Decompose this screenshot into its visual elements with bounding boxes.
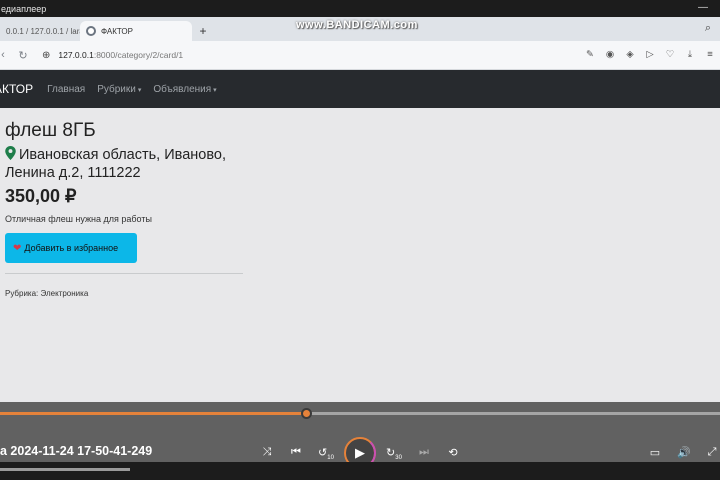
previous-icon[interactable]: ⏮ (288, 446, 304, 459)
card-title: флеш 8ГБ (5, 120, 96, 141)
tab-phpmyadmin[interactable]: 0.0.1 / 127.0.0.1 / lara (0, 21, 80, 41)
site-brand[interactable]: АКТОР (0, 82, 33, 96)
site-navbar: АКТОР Главная Рубрики▾ Объявления▾ (0, 70, 720, 108)
next-icon[interactable]: ⏭ (416, 446, 432, 459)
rewind-10-button[interactable]: ↺10 (318, 446, 334, 461)
map-pin-icon (5, 146, 16, 160)
media-filename: а 2024-11-24 17-50-41-249 (0, 444, 153, 458)
menu-icon[interactable]: ≡ (700, 49, 720, 60)
tab-label: ФАКТОР (101, 26, 133, 36)
address-bar-actions: ✎ ◉ ◈ ▷ ♡ ⤓ ≡ (580, 49, 720, 60)
card-rubric: Рубрика: Электроника (5, 289, 89, 298)
address-text: Ивановская область, Иваново, Ленина д.2,… (5, 147, 226, 181)
footer-bar (0, 468, 130, 471)
nav-dropdown-ads[interactable]: Объявления ▾ (153, 84, 216, 95)
nav-link-label: Рубрики (97, 83, 136, 95)
card-price: 350,00 ₽ (5, 186, 77, 206)
heart-icon[interactable]: ♡ (660, 49, 680, 60)
screen: едиаплеер — 0.0.1 / 127.0.0.1 / lara ФАК… (0, 0, 720, 480)
seek-bar[interactable] (0, 408, 720, 419)
repeat-icon[interactable]: ⟲ (445, 446, 461, 459)
tab-label: 0.0.1 / 127.0.0.1 / lara (6, 26, 80, 36)
url-field[interactable]: ⊕ 127.0.0.1:8000/category/2/card/1 (42, 50, 183, 61)
chevron-down-icon: ▾ (213, 86, 217, 94)
media-player-titlebar: едиаплеер — (0, 0, 720, 17)
chevron-down-icon: ▾ (137, 86, 142, 94)
download-icon[interactable]: ⤓ (680, 49, 700, 60)
search-icon[interactable]: ⌕ (705, 22, 711, 35)
volume-icon[interactable]: 🔊 (676, 446, 692, 459)
address-bar: ‹ ↻ ⊕ 127.0.0.1:8000/category/2/card/1 ✎… (0, 41, 720, 70)
url-path: :8000/category/2/card/1 (93, 50, 184, 60)
nav-dropdown-rubrics[interactable]: Рубрики ▾ (97, 84, 141, 95)
nav-link-home[interactable]: Главная (47, 84, 85, 95)
shield-icon[interactable]: ◈ (620, 49, 640, 60)
forward-seconds: 30 (395, 455, 402, 462)
seek-bar-handle[interactable] (301, 408, 312, 419)
globe-icon (86, 26, 96, 36)
heart-icon: ❤ (13, 242, 22, 254)
send-icon[interactable]: ▷ (640, 49, 660, 60)
tab-faktor[interactable]: ФАКТОР (80, 21, 192, 41)
card-detail: флеш 8ГБ Ивановская область, Иваново, Ле… (0, 108, 720, 402)
media-player-title: едиаплеер (1, 3, 47, 14)
divider (5, 273, 243, 274)
site-info-icon[interactable]: ⊕ (42, 50, 50, 61)
camera-icon[interactable]: ◉ (600, 49, 620, 60)
minimize-button[interactable]: — (698, 2, 708, 13)
forward-30-button[interactable]: ↻30 (386, 446, 402, 461)
rewind-icon: ↺ (318, 447, 328, 459)
nav-link-label: Главная (47, 83, 86, 95)
bandicam-watermark: www.BANDICAM.com (296, 19, 418, 31)
button-label: Добавить в избранное (24, 243, 119, 253)
rewind-seconds: 10 (327, 455, 334, 462)
fullscreen-icon[interactable]: ⤢ (704, 446, 720, 459)
edit-icon[interactable]: ✎ (580, 49, 600, 60)
url-host: 127.0.0.1 (58, 50, 94, 60)
reload-button[interactable]: ↻ (14, 49, 32, 62)
back-button[interactable]: ‹ (0, 49, 8, 61)
subtitles-icon[interactable]: ▭ (647, 446, 663, 459)
forward-icon: ↻ (386, 447, 396, 459)
card-address: Ивановская область, Иваново, Ленина д.2,… (5, 146, 245, 182)
seek-bar-progress (0, 412, 306, 415)
card-description: Отличная флеш нужна для работы (5, 214, 152, 224)
shuffle-icon[interactable]: ⤨ (259, 446, 275, 459)
new-tab-button[interactable]: + (194, 21, 212, 41)
nav-link-label: Объявления (153, 83, 212, 95)
play-icon: ▶ (355, 445, 365, 460)
add-to-favorites-button[interactable]: ❤ Добавить в избранное (5, 233, 137, 263)
media-player-footer (0, 462, 720, 480)
